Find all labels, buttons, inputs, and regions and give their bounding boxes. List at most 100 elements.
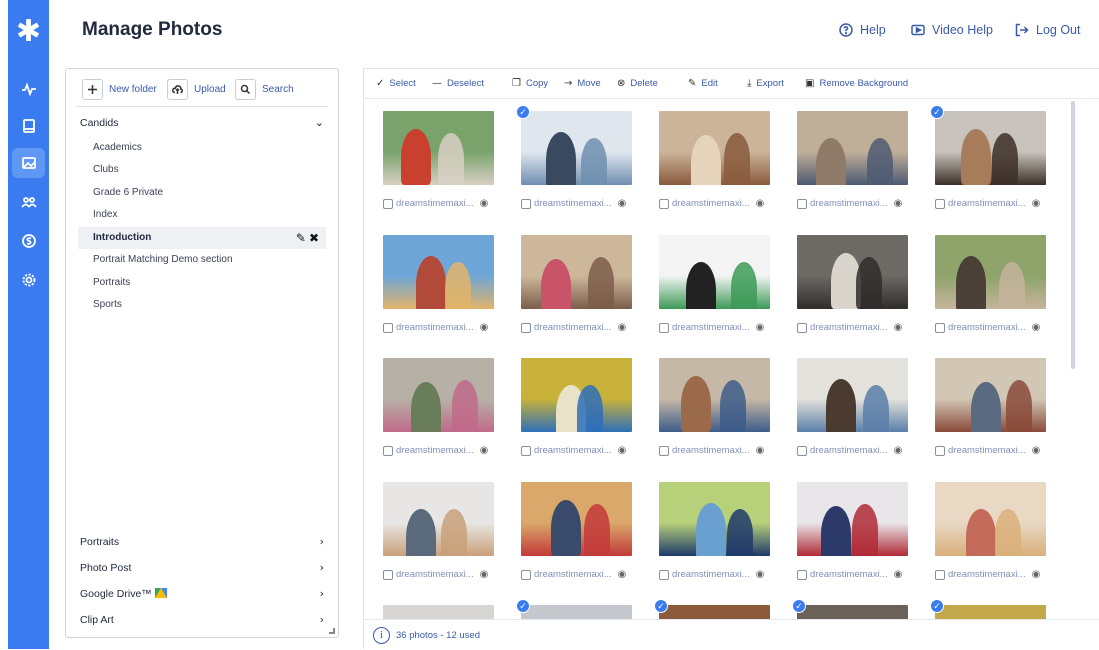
photo-checkbox[interactable]: [383, 322, 393, 333]
photo-card[interactable]: dreamstimemaxi... ◉: [935, 235, 1053, 333]
folder-item[interactable]: Sports: [78, 294, 326, 316]
eye-icon[interactable]: ◉: [480, 198, 489, 209]
photo-card[interactable]: dreamstimemaxi... ◉: [659, 482, 777, 580]
photo-card[interactable]: dreamstimemaxi... ◉: [521, 235, 639, 333]
help-link[interactable]: Help: [839, 23, 886, 37]
photo-checkbox[interactable]: [659, 198, 669, 209]
photo-card[interactable]: dreamstimemaxi... ◉: [797, 482, 915, 580]
search-button[interactable]: Search: [235, 79, 294, 100]
folder-item[interactable]: Grade 6 Private: [78, 182, 326, 204]
book-icon[interactable]: [12, 111, 45, 141]
photo-thumbnail[interactable]: [935, 482, 1046, 556]
eye-icon[interactable]: ◉: [894, 322, 903, 333]
photo-thumbnail[interactable]: [383, 235, 494, 309]
photo-thumbnail[interactable]: [521, 358, 632, 432]
photo-checkbox[interactable]: [383, 445, 393, 456]
eye-icon[interactable]: ◉: [618, 569, 627, 580]
eye-icon[interactable]: ◉: [756, 569, 765, 580]
photo-card[interactable]: dreamstimemaxi... ◉: [659, 111, 777, 209]
photo-checkbox[interactable]: [935, 445, 945, 456]
eye-icon[interactable]: ◉: [618, 445, 627, 456]
photo-thumbnail[interactable]: [521, 605, 632, 619]
photo-card[interactable]: dreamstimemaxi... ◉: [935, 358, 1053, 456]
photo-thumbnail[interactable]: [659, 605, 770, 619]
photo-checkbox[interactable]: [521, 445, 531, 456]
photos-icon[interactable]: [12, 148, 45, 178]
eye-icon[interactable]: ◉: [1032, 322, 1041, 333]
logout-link[interactable]: Log Out: [1015, 23, 1080, 37]
edit-pencil-icon[interactable]: ✎: [296, 231, 309, 245]
photo-card[interactable]: dreamstimemaxi... ◉: [797, 235, 915, 333]
eye-icon[interactable]: ◉: [894, 569, 903, 580]
folder-item-selected[interactable]: Introduction ✎✖: [78, 227, 326, 249]
photo-thumbnail[interactable]: [935, 111, 1046, 185]
folder-item[interactable]: Portraits: [78, 272, 326, 294]
photo-thumbnail[interactable]: [521, 111, 632, 185]
photo-thumbnail[interactable]: [935, 358, 1046, 432]
move-button[interactable]: → Move: [564, 78, 601, 89]
photo-card[interactable]: ✓ dreamstimemaxi... ◉: [930, 105, 1053, 209]
photo-card[interactable]: dreamstimemaxi... ◉: [383, 482, 501, 580]
eye-icon[interactable]: ◉: [894, 198, 903, 209]
eye-icon[interactable]: ◉: [756, 322, 765, 333]
photo-card[interactable]: dreamstimemaxi... ◉: [659, 358, 777, 456]
eye-icon[interactable]: ◉: [894, 445, 903, 456]
folder-item[interactable]: Portrait Matching Demo section: [78, 249, 326, 271]
eye-icon[interactable]: ◉: [618, 198, 627, 209]
people-icon[interactable]: [12, 187, 45, 217]
folder-item[interactable]: Academics: [78, 137, 326, 159]
eye-icon[interactable]: ◉: [756, 198, 765, 209]
video-help-link[interactable]: Video Help: [911, 23, 993, 37]
settings-icon[interactable]: [12, 265, 45, 295]
photo-checkbox[interactable]: [935, 569, 945, 580]
photo-card[interactable]: ✓: [792, 599, 915, 619]
export-button[interactable]: ⤓ Export: [747, 78, 784, 89]
photo-checkbox[interactable]: [797, 198, 807, 209]
photo-thumbnail[interactable]: [383, 482, 494, 556]
selected-check-icon[interactable]: ✓: [930, 105, 944, 119]
remove-background-button[interactable]: ▣ Remove Background: [805, 78, 908, 89]
photo-thumbnail[interactable]: [659, 111, 770, 185]
photo-thumbnail[interactable]: [383, 111, 494, 185]
photo-checkbox[interactable]: [383, 569, 393, 580]
photo-thumbnail[interactable]: [935, 235, 1046, 309]
photo-card[interactable]: dreamstimemaxi... ◉: [797, 358, 915, 456]
photo-card[interactable]: ✓: [654, 599, 777, 619]
photo-checkbox[interactable]: [935, 322, 945, 333]
photo-card[interactable]: dreamstimemaxi... ◉: [383, 358, 501, 456]
deselect-button[interactable]: — Deselect: [432, 78, 484, 89]
section-clip-art[interactable]: Clip Art ›: [80, 613, 324, 626]
eye-icon[interactable]: ◉: [480, 322, 489, 333]
photo-thumbnail[interactable]: [659, 358, 770, 432]
delete-button[interactable]: ⊗ Delete: [617, 78, 658, 89]
edit-button[interactable]: ✎ Edit: [688, 78, 718, 89]
photo-card[interactable]: dreamstimemaxi... ◉: [659, 235, 777, 333]
resize-handle[interactable]: [329, 628, 335, 634]
photo-checkbox[interactable]: [659, 322, 669, 333]
photo-thumbnail[interactable]: [935, 605, 1046, 619]
eye-icon[interactable]: ◉: [618, 322, 627, 333]
eye-icon[interactable]: ◉: [756, 445, 765, 456]
folder-item[interactable]: Index: [78, 204, 326, 226]
photo-checkbox[interactable]: [659, 445, 669, 456]
photo-card[interactable]: dreamstimemaxi... ◉: [935, 482, 1053, 580]
photo-thumbnail[interactable]: [521, 235, 632, 309]
section-portraits[interactable]: Portraits ›: [80, 535, 324, 548]
photo-thumbnail[interactable]: [797, 605, 908, 619]
eye-icon[interactable]: ◉: [1032, 569, 1041, 580]
photo-card[interactable]: [383, 605, 501, 619]
folder-group-candids[interactable]: Candids ⌄: [80, 116, 324, 129]
photo-checkbox[interactable]: [935, 198, 945, 209]
photo-thumbnail[interactable]: [797, 482, 908, 556]
selected-check-icon[interactable]: ✓: [930, 599, 944, 613]
photo-card[interactable]: dreamstimemaxi... ◉: [383, 111, 501, 209]
photo-thumbnail[interactable]: [797, 235, 908, 309]
eye-icon[interactable]: ◉: [1032, 445, 1041, 456]
photo-checkbox[interactable]: [521, 569, 531, 580]
eye-icon[interactable]: ◉: [480, 569, 489, 580]
copy-button[interactable]: ❐ Copy: [512, 78, 548, 89]
photo-thumbnail[interactable]: [383, 358, 494, 432]
photo-thumbnail[interactable]: [797, 358, 908, 432]
delete-x-icon[interactable]: ✖: [309, 231, 322, 245]
photo-card[interactable]: dreamstimemaxi... ◉: [383, 235, 501, 333]
